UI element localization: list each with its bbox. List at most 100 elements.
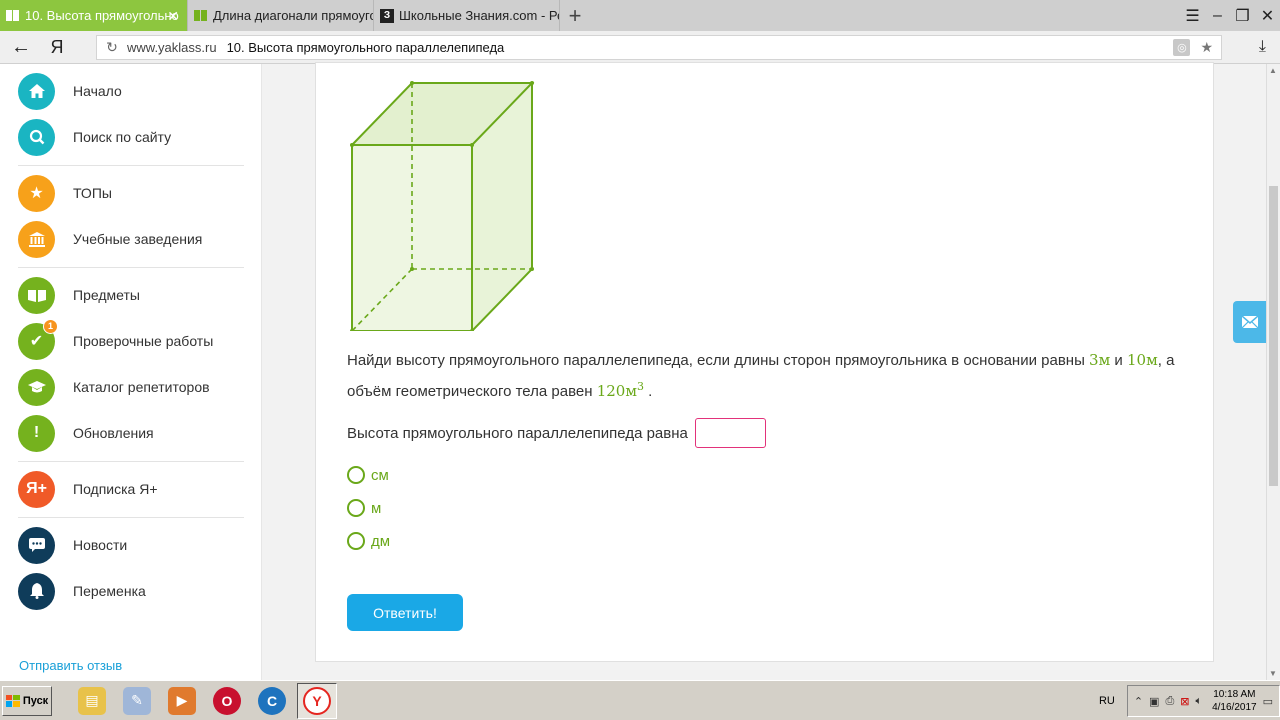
paint-icon: ✎: [123, 686, 151, 715]
answer-input[interactable]: [694, 418, 766, 448]
answer-row: Высота прямоугольного параллелепипеда ра…: [347, 418, 766, 448]
tab-title: 10. Высота прямоугольно: [25, 8, 179, 23]
exercise-card: Найди высоту прямоугольного параллелепип…: [315, 62, 1214, 662]
url-field[interactable]: ↻ www.yaklass.ru 10. Высота прямоугольно…: [96, 35, 1222, 60]
sidebar-item-subjects[interactable]: Предметы: [18, 275, 248, 315]
unit-radio-cm[interactable]: см: [347, 466, 389, 484]
scroll-thumb[interactable]: [1269, 186, 1278, 486]
page-scrollbar[interactable]: ▲ ▼: [1266, 64, 1280, 680]
tray-chevron-icon[interactable]: ⌃: [1134, 695, 1143, 708]
divider: [18, 165, 244, 166]
divider: [18, 517, 244, 518]
clock-time: 10:18 AM: [1213, 689, 1256, 700]
star-icon: ★: [18, 174, 55, 212]
close-window-icon[interactable]: ✕: [1255, 6, 1280, 26]
ya-plus-icon: Я+: [18, 470, 55, 508]
menu-icon[interactable]: ☰: [1180, 6, 1205, 26]
url-host: www.yaklass.ru: [127, 40, 217, 55]
mail-feedback-button[interactable]: [1233, 301, 1266, 343]
bell-icon: [18, 572, 55, 610]
value-b: 10м: [1126, 351, 1158, 369]
taskbar-opera[interactable]: O: [207, 683, 247, 719]
globe-icon[interactable]: ◎: [1173, 39, 1191, 56]
submit-button[interactable]: Ответить!: [347, 594, 463, 631]
question-text: Найди высоту прямоугольного параллелепип…: [347, 351, 1175, 400]
taskbar-paint[interactable]: ✎: [117, 683, 157, 719]
minimize-icon[interactable]: –: [1205, 7, 1230, 25]
address-bar: ← Я ↻ www.yaklass.ru 10. Высота прямоуго…: [0, 31, 1280, 64]
value-a: 3м: [1089, 351, 1111, 369]
search-icon: [18, 118, 55, 156]
folder-icon: ▤: [78, 686, 106, 715]
scroll-down-icon[interactable]: ▼: [1269, 669, 1277, 678]
radio-label: м: [371, 499, 382, 517]
taskbar-media[interactable]: ▶: [162, 683, 202, 719]
sidebar-item-label: Подписка Я+: [73, 481, 158, 497]
yandex-browser-icon: Y: [303, 686, 331, 715]
sidebar-item-search[interactable]: Поиск по сайту: [18, 117, 248, 157]
opera-icon: O: [213, 686, 241, 715]
sidebar-item-label: Каталог репетиторов: [73, 379, 210, 395]
institution-icon: [18, 220, 55, 258]
sidebar-item-tops[interactable]: ★ ТОПы: [18, 173, 248, 213]
restore-icon[interactable]: ❐: [1230, 6, 1255, 26]
taskbar-yandex-browser[interactable]: Y: [297, 682, 337, 719]
divider: [18, 461, 244, 462]
parallelepiped-figure: [350, 81, 535, 331]
unit-radio-m[interactable]: м: [347, 499, 381, 517]
yandex-logo[interactable]: Я: [42, 37, 72, 58]
clock-date: 4/16/2017: [1212, 702, 1257, 713]
printer-icon[interactable]: ⎙: [1165, 695, 1174, 708]
bookmark-star-icon[interactable]: ★: [1200, 39, 1213, 56]
sidebar-item-break[interactable]: Переменка: [18, 571, 248, 611]
radio-circle[interactable]: [347, 466, 365, 484]
show-desktop-icon[interactable]: ▭: [1263, 695, 1273, 708]
tab-current[interactable]: 10. Высота прямоугольно ✕: [0, 0, 188, 31]
sidebar-item-updates[interactable]: ! Обновления: [18, 413, 248, 453]
home-icon: [18, 72, 55, 110]
sidebar-item-tests[interactable]: ✔ 1 Проверочные работы: [18, 318, 248, 361]
sidebar-item-label: Обновления: [73, 425, 154, 441]
network-error-icon[interactable]: ⊠: [1180, 695, 1189, 708]
feedback-link[interactable]: Отправить отзыв: [19, 658, 122, 673]
download-icon[interactable]: ⤓: [1259, 38, 1266, 56]
sidebar-item-subscription[interactable]: Я+ Подписка Я+: [18, 469, 248, 509]
taskbar-explorer[interactable]: ▤: [72, 683, 112, 719]
radio-label: дм: [371, 532, 391, 550]
back-arrow-icon[interactable]: ←: [0, 36, 42, 59]
tab-diagonal[interactable]: Длина диагонали прямоуго: [188, 0, 374, 31]
new-tab-button[interactable]: +: [560, 0, 590, 31]
windows-logo-icon: [5, 694, 20, 707]
scroll-up-icon[interactable]: ▲: [1269, 66, 1277, 75]
envelope-icon: [1241, 316, 1258, 328]
answer-prompt: Высота прямоугольного параллелепипеда ра…: [347, 424, 688, 442]
check-icon: ✔ 1: [18, 318, 58, 360]
sidebar-item-label: Новости: [73, 537, 128, 553]
window-controls: ☰ – ❐ ✕: [1180, 0, 1280, 31]
close-tab-icon[interactable]: ✕: [167, 8, 179, 25]
sidebar-item-tutors[interactable]: Каталог репетиторов: [18, 367, 248, 407]
yaklass-favicon-icon: [194, 10, 208, 21]
sidebar-item-institutions[interactable]: Учебные заведения: [18, 219, 248, 259]
network-icon[interactable]: ▣: [1149, 695, 1159, 708]
radio-circle[interactable]: [347, 499, 365, 517]
exclamation-icon: !: [18, 414, 55, 452]
unit-radio-dm[interactable]: дм: [347, 532, 390, 550]
sidebar-item-home[interactable]: Начало: [18, 71, 248, 111]
tab-znania[interactable]: З Школьные Знания.com - Ре: [374, 0, 560, 31]
radio-circle[interactable]: [347, 532, 365, 550]
clock[interactable]: 10:18 AM 4/16/2017: [1212, 688, 1257, 714]
reload-icon[interactable]: ↻: [97, 39, 127, 56]
ccleaner-icon: C: [258, 686, 286, 715]
notification-badge: 1: [43, 318, 58, 334]
graduation-cap-icon: [18, 368, 55, 406]
taskbar-ccleaner[interactable]: C: [252, 683, 292, 719]
sidebar-item-news[interactable]: Новости: [18, 525, 248, 565]
language-indicator[interactable]: RU: [1099, 695, 1115, 707]
sidebar-item-label: Учебные заведения: [73, 231, 203, 247]
tab-bar: 10. Высота прямоугольно ✕ Длина диагонал…: [0, 0, 1280, 31]
volume-icon[interactable]: 🔈︎: [1195, 695, 1202, 708]
system-tray: RU ⌃ ▣ ⎙ ⊠ 🔈︎ 10:18 AM 4/16/2017 ▭: [1099, 684, 1280, 718]
taskbar: Пуск ▤ ✎ ▶ O C Y RU ⌃ ▣ ⎙ ⊠ 🔈︎ 10:18 AM …: [0, 680, 1280, 720]
start-button[interactable]: Пуск: [2, 685, 52, 716]
